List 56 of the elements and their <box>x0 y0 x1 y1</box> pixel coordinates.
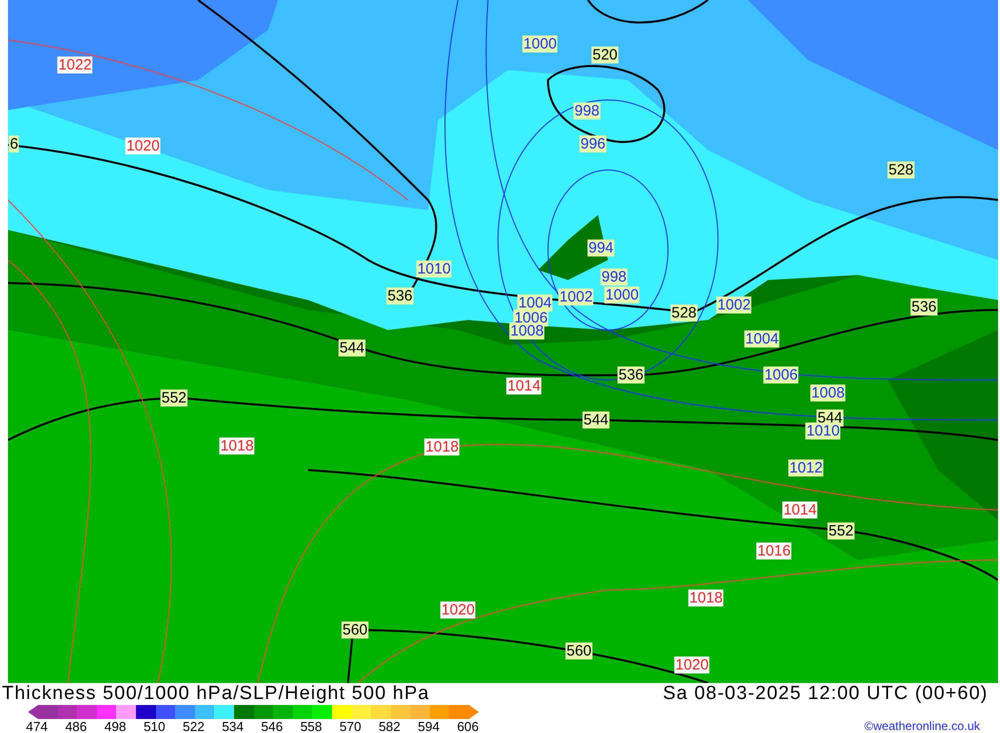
pressure-label: 1018 <box>688 590 724 606</box>
scale-tick-label: 582 <box>378 719 402 733</box>
height-label: 520 <box>591 46 619 64</box>
pressure-label: 1004 <box>744 330 780 348</box>
credit-link[interactable]: ©weatheronline.co.uk <box>864 717 980 733</box>
pressure-label: 996 <box>579 136 607 152</box>
height-label: 536 <box>617 366 645 384</box>
pressure-label: 1020 <box>440 602 476 618</box>
pressure-label: 1008 <box>509 322 545 340</box>
pressure-label: 1008 <box>810 384 846 402</box>
height-label: 528 <box>670 304 698 322</box>
scale-tick-label: 606 <box>457 719 480 733</box>
scale-tick-label: 510 <box>144 719 166 733</box>
pressure-label: 1010 <box>416 260 452 278</box>
scale-start-arrow-icon <box>28 705 38 719</box>
scale-tick-label: 486 <box>65 719 88 733</box>
height-label: 536 <box>386 288 414 304</box>
height-label: 536 <box>910 298 938 316</box>
height-label: 552 <box>160 390 188 406</box>
pressure-label: 1020 <box>125 138 161 154</box>
height-label: 552 <box>827 522 855 540</box>
pressure-label: 1016 <box>756 542 792 560</box>
pressure-label: 994 <box>587 240 615 256</box>
pressure-label: 1014 <box>506 378 542 394</box>
pressure-label: 1002 <box>558 288 594 306</box>
pressure-label: 1000 <box>604 286 640 304</box>
pressure-label: 1020 <box>674 656 710 674</box>
scale-end-arrow-icon <box>469 705 480 719</box>
pressure-label: 1006 <box>763 366 799 384</box>
pressure-label: 1004 <box>517 294 553 312</box>
pressure-label: 998 <box>600 268 628 286</box>
pressure-label: 1012 <box>788 460 824 476</box>
scale-tick-label: 546 <box>261 719 284 733</box>
height-label: 528 <box>887 162 915 178</box>
scale-tick-label: 594 <box>418 719 441 733</box>
scale-tick-label: 558 <box>300 719 324 733</box>
scale-tick-label: 534 <box>222 719 245 733</box>
height-label: 544 <box>338 340 366 356</box>
scale-tick-label: 522 <box>182 719 206 733</box>
forecast-time: Sa 08-03-2025 12:00 UTC (00+60) <box>662 683 988 705</box>
pressure-label: 998 <box>573 102 601 120</box>
map-title: Thickness 500/1000 hPa/SLP/Height 500 hPa <box>2 683 430 705</box>
pressure-label: 1000 <box>522 36 558 52</box>
pressure-label: 1010 <box>805 422 841 440</box>
height-label: 6 <box>8 136 20 152</box>
scale-tick-label: 474 <box>26 719 49 733</box>
pressure-label: 1022 <box>57 56 93 74</box>
pressure-label: 1018 <box>219 438 255 454</box>
height-label: 560 <box>341 622 369 638</box>
scale-tick-label: 570 <box>340 719 362 733</box>
pressure-label: 1002 <box>716 296 752 314</box>
height-label: 560 <box>565 642 593 660</box>
scale-tick-label: 498 <box>104 719 128 733</box>
pressure-label: 1014 <box>782 502 818 518</box>
pressure-label: 1018 <box>424 438 460 456</box>
height-label: 544 <box>582 412 610 428</box>
